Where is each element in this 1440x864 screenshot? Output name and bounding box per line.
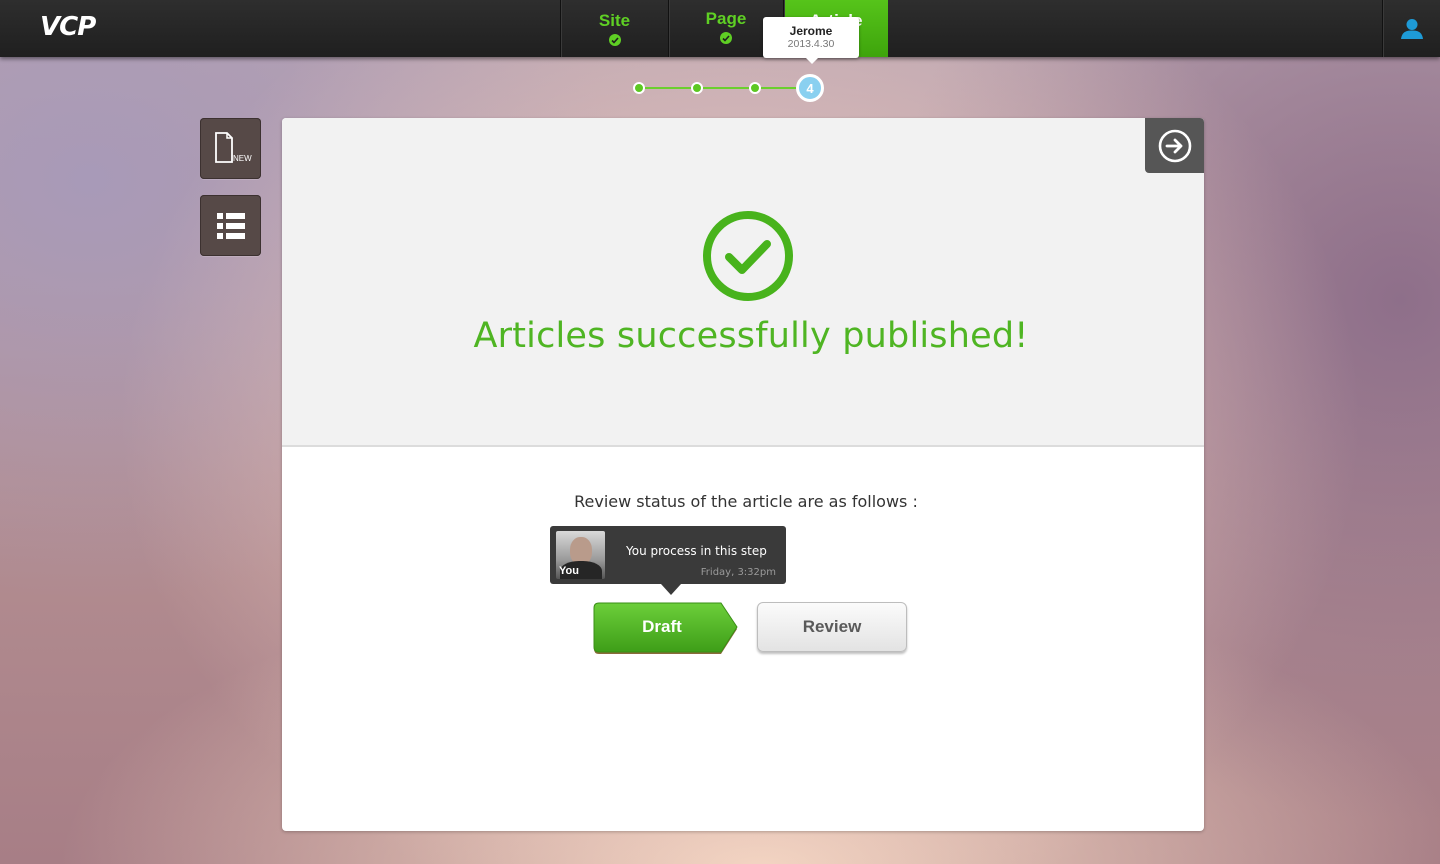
top-bar: VCP Site Page Article	[0, 0, 1440, 57]
progress-dot-1[interactable]	[633, 82, 645, 94]
success-message: Articles successfully published!	[473, 316, 1029, 356]
author-date: 2013.4.30	[787, 38, 835, 50]
draft-step-button[interactable]: Draft	[593, 602, 738, 654]
tab-site-label: Site	[598, 11, 631, 30]
progress-dot-2[interactable]	[691, 82, 703, 94]
avatar-label: You	[559, 565, 579, 577]
step-progress: 4	[630, 74, 830, 102]
user-account-button[interactable]	[1382, 0, 1440, 57]
list-icon	[216, 212, 245, 239]
review-status-title: Review status of the article are as foll…	[574, 492, 918, 511]
process-tooltip: You You process in this step Friday, 3:3…	[550, 526, 786, 595]
progress-dot-3[interactable]	[749, 82, 761, 94]
tab-page-label: Page	[705, 9, 747, 28]
success-section: Articles successfully published!	[282, 118, 1204, 447]
avatar: You	[556, 531, 605, 579]
draft-label: Draft	[642, 617, 682, 636]
check-icon	[608, 34, 621, 46]
new-label: NEW	[233, 154, 252, 163]
tab-site[interactable]: Site	[560, 0, 668, 57]
review-step-button[interactable]: Review	[757, 602, 907, 652]
progress-current-step[interactable]: 4	[796, 74, 824, 102]
article-list-button[interactable]	[200, 195, 261, 256]
process-time: Friday, 3:32pm	[700, 567, 776, 578]
arrow-right-circle-icon	[1158, 129, 1191, 162]
user-icon	[1400, 18, 1423, 39]
process-text: You process in this step	[626, 544, 767, 558]
progress-line	[640, 87, 816, 89]
success-check-icon	[703, 211, 793, 301]
app-logo[interactable]: VCP	[40, 12, 96, 42]
check-icon	[720, 32, 732, 44]
new-article-button[interactable]: NEW	[200, 118, 261, 179]
author-name: Jerome	[789, 24, 833, 38]
main-panel: Articles successfully published! Review …	[282, 118, 1204, 831]
author-tooltip: Jerome 2013.4.30	[763, 17, 859, 64]
review-label: Review	[802, 617, 862, 636]
next-button[interactable]	[1145, 118, 1204, 173]
